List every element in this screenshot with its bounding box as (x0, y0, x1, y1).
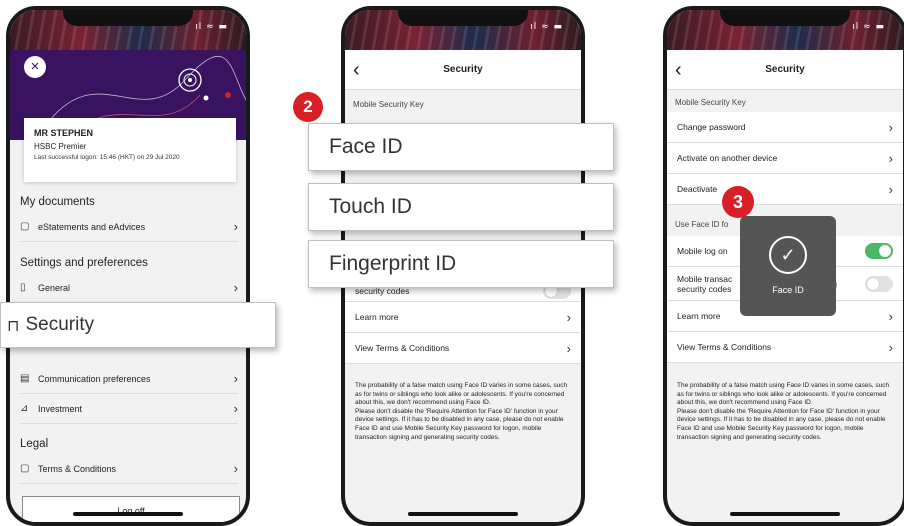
signal-battery-icon: ıl ≈ ▬ (852, 22, 885, 32)
section-title-settings: Settings and preferences (20, 257, 148, 269)
lock-icon: ⊓ (7, 315, 20, 335)
customer-name: MR STEPHEN (34, 128, 94, 138)
menu-item-general[interactable]: ▯ General › (20, 273, 238, 303)
menu-item-terms[interactable]: ▢ Terms & Conditions › (20, 454, 238, 484)
face-id-popup-label: Face ID (772, 285, 804, 295)
touch-id-callout[interactable]: Touch ID (308, 183, 614, 231)
chevron-right-icon: › (888, 119, 893, 135)
deactivate-row[interactable]: Deactivate › (667, 174, 903, 205)
learn-more-row[interactable]: Learn more › (345, 302, 581, 333)
message-icon: ▤ (20, 373, 30, 384)
step-badge-3: 3 (722, 186, 754, 218)
chevron-right-icon: › (888, 181, 893, 197)
profile-card: MR STEPHEN HSBC Premier Last successful … (24, 118, 236, 182)
terms-row[interactable]: View Terms & Conditions › (345, 333, 581, 364)
back-chevron-icon[interactable]: ‹ (675, 60, 682, 80)
phone-notch (398, 10, 528, 26)
chevron-right-icon: › (888, 339, 893, 355)
checkmark-icon: ✓ (769, 236, 807, 274)
nav-bar: ‹ Security (345, 50, 581, 90)
nav-title: Security (443, 64, 483, 75)
phone-icon: ▯ (20, 282, 26, 293)
home-indicator (73, 512, 183, 516)
mobile-transaction-toggle[interactable] (865, 275, 893, 292)
section-head: Mobile Security Key (675, 98, 746, 107)
chart-icon: ⊿ (20, 403, 29, 414)
chevron-right-icon: › (566, 340, 571, 356)
phone-notch (720, 10, 850, 26)
face-id-popup: ✓ Face ID (740, 216, 836, 316)
face-id-section-head: Use Face ID fo (675, 220, 729, 229)
home-indicator (408, 512, 518, 516)
tutorial-stage: ıl ≈ ▬ × MR STEPHEN HSBC Premier Last su… (0, 0, 904, 526)
disclaimer-text: The probability of a false match using F… (355, 382, 568, 441)
step-badge-2: 2 (293, 92, 323, 122)
security-callout[interactable]: ⊓ Security (0, 302, 276, 348)
chevron-right-icon: › (233, 280, 238, 295)
section-title-my-documents: My documents (20, 196, 95, 208)
section-title-legal: Legal (20, 438, 49, 450)
document-icon: ▢ (20, 463, 30, 474)
chevron-right-icon: › (233, 371, 238, 386)
nav-bar: ‹ Security (667, 50, 903, 90)
phone-menu: ıl ≈ ▬ × MR STEPHEN HSBC Premier Last su… (6, 6, 250, 526)
logoff-button[interactable]: Log off (22, 496, 240, 522)
chevron-right-icon: › (566, 309, 571, 325)
signal-battery-icon: ıl ≈ ▬ (530, 22, 563, 32)
terms-row[interactable]: View Terms & Conditions › (667, 332, 903, 363)
chevron-right-icon: › (888, 150, 893, 166)
activate-device-row[interactable]: Activate on another device › (667, 143, 903, 174)
menu-item-investment[interactable]: ⊿ Investment › (20, 394, 238, 424)
chevron-right-icon: › (233, 219, 238, 234)
phone-notch (63, 10, 193, 26)
change-password-row[interactable]: Change password › (667, 112, 903, 143)
customer-tier: HSBC Premier (34, 142, 87, 151)
chevron-right-icon: › (233, 461, 238, 476)
mobile-logon-toggle[interactable] (865, 243, 893, 259)
back-chevron-icon[interactable]: ‹ (353, 60, 360, 80)
document-icon: ▢ (20, 221, 30, 232)
menu-item-communication-preferences[interactable]: ▤ Communication preferences › (20, 364, 238, 394)
nav-title: Security (765, 64, 805, 75)
home-indicator (730, 512, 840, 516)
face-id-callout[interactable]: Face ID (308, 123, 614, 171)
disclaimer-text: The probability of a false match using F… (677, 382, 890, 441)
menu-item-estatements[interactable]: ▢ eStatements and eAdvices › (20, 212, 238, 242)
fingerprint-id-callout[interactable]: Fingerprint ID (308, 240, 614, 288)
section-head: Mobile Security Key (353, 100, 424, 109)
close-icon[interactable]: × (24, 56, 46, 78)
last-logon-text: Last successful logon: 15:46 (HKT) on 29… (34, 154, 180, 161)
chevron-right-icon: › (888, 308, 893, 324)
signal-battery-icon: ıl ≈ ▬ (195, 22, 228, 32)
chevron-right-icon: › (233, 401, 238, 416)
